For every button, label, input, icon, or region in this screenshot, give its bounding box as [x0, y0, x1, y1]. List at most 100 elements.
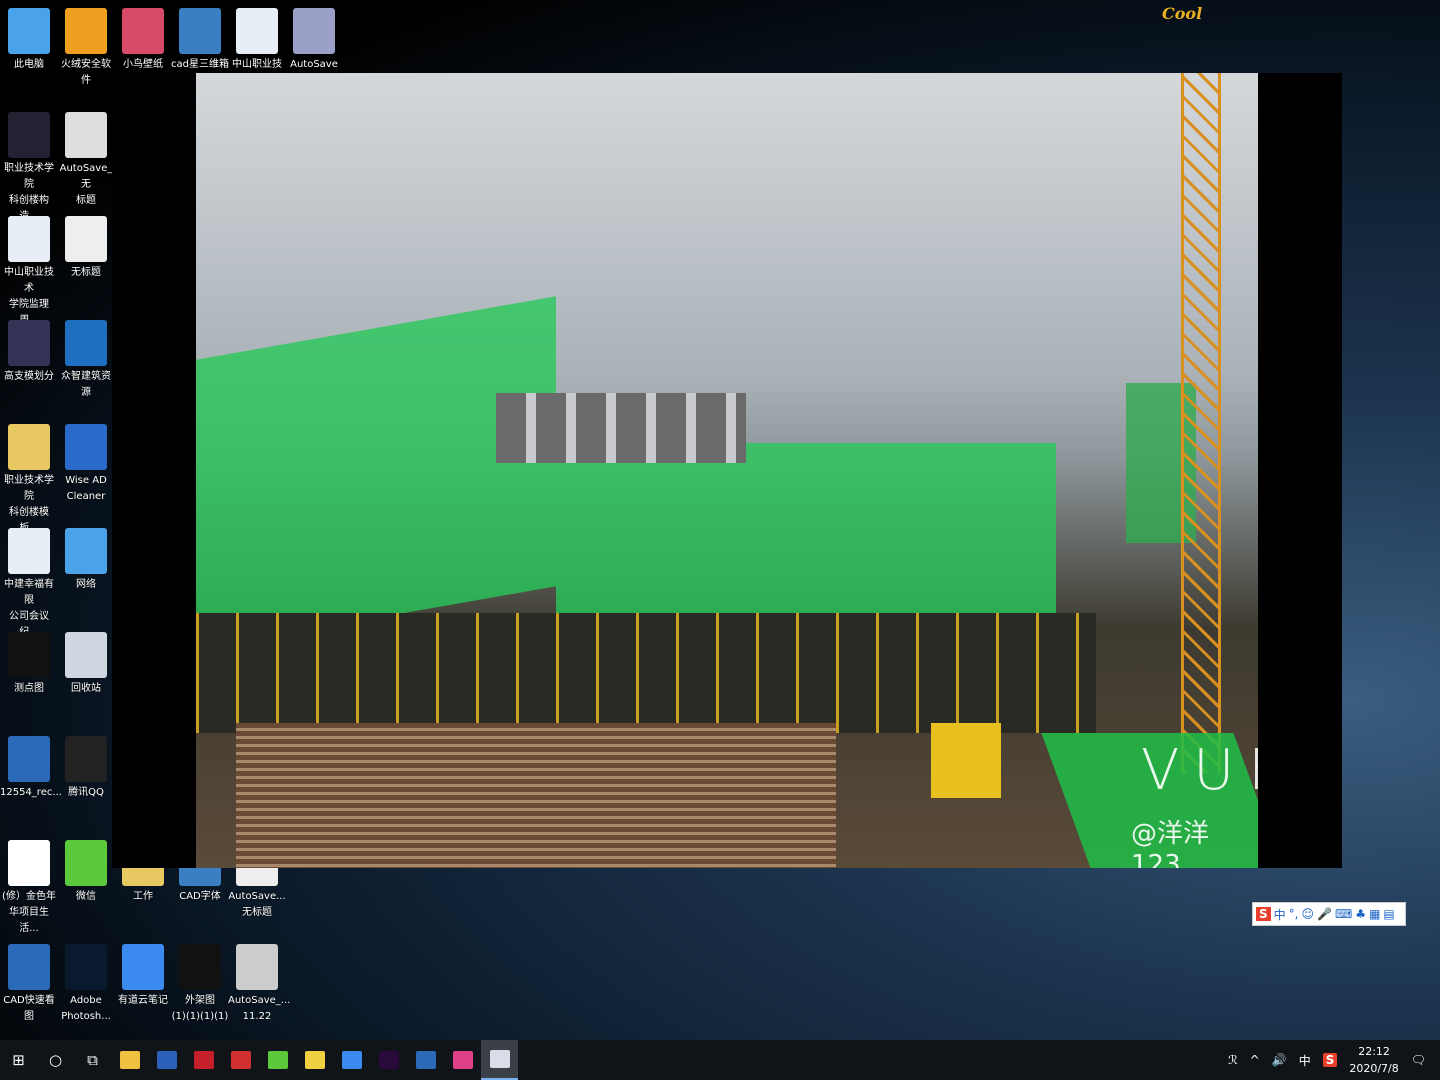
chevron-up-icon[interactable]: ^	[1250, 1053, 1260, 1067]
file-icon	[8, 944, 50, 990]
ime-indicator[interactable]: 中	[1299, 1052, 1311, 1069]
notification-icon[interactable]: 🗨	[1411, 1053, 1426, 1067]
premiere-icon	[378, 1051, 399, 1069]
toolbox-icon[interactable]: ▦	[1369, 907, 1380, 921]
start-button[interactable]: ⊞	[0, 1040, 37, 1080]
desktop-icon-label: 有道云笔记	[118, 995, 168, 1006]
desktop-icon[interactable]: 职业技术学院 科创楼构造...	[0, 112, 58, 225]
ime-punct[interactable]: °,	[1289, 907, 1299, 921]
desktop-icon[interactable]: cad星三维箱	[171, 8, 229, 73]
desktop-icon[interactable]: 无标题	[57, 216, 115, 281]
emoji-icon[interactable]: ☺	[1302, 907, 1315, 921]
clock[interactable]: 22:12 2020/7/8	[1349, 1043, 1398, 1077]
green-safety-net	[556, 443, 1056, 623]
file-icon	[8, 840, 50, 886]
taskbar-app-premiere[interactable]	[370, 1040, 407, 1080]
desktop-icon[interactable]: 外架图 (1)(1)(1)(1)	[171, 944, 229, 1025]
taskbar-app-file-explorer[interactable]	[111, 1040, 148, 1080]
taskbar-app-color-app[interactable]	[444, 1040, 481, 1080]
keyboard-icon[interactable]: ⌨	[1335, 907, 1352, 921]
desktop-icon-label: 小鸟壁纸	[123, 59, 163, 70]
task-view-button[interactable]: ⧉	[74, 1040, 111, 1080]
desktop-icon[interactable]: AutoSave_... 11.22	[228, 944, 291, 1025]
video-frame[interactable]: VUE @洋洋123	[196, 73, 1258, 868]
ime-toolbar[interactable]: S 中 °, ☺ 🎤 ⌨ ♣ ▦ ▤	[1252, 902, 1406, 926]
desktop-icon-label: 12554_rec...	[0, 787, 62, 798]
desktop-icon[interactable]: Adobe Photosh...	[57, 944, 115, 1025]
desktop-icon[interactable]: 火绒安全软件	[57, 8, 115, 89]
file-icon	[293, 8, 335, 54]
video-player-icon	[489, 1050, 510, 1068]
taskbar-app-youdao-note[interactable]	[333, 1040, 370, 1080]
watermark-logo: VUE	[1141, 738, 1258, 803]
taskbar-app-cad-viewer[interactable]	[407, 1040, 444, 1080]
taskbar: ⊞ ○ ⧉ ℛ ^ 🔊 中 S 22:12 2020/7/8 🗨	[0, 1040, 1440, 1080]
file-icon	[236, 944, 278, 990]
file-icon	[179, 944, 221, 990]
file-icon	[65, 216, 107, 262]
desktop-icon[interactable]: 微信	[57, 840, 115, 905]
taskbar-app-word[interactable]	[148, 1040, 185, 1080]
clock-date: 2020/7/8	[1349, 1062, 1399, 1075]
desktop-icon[interactable]: 中山职业技术 学院监理周...	[0, 216, 58, 329]
skin-icon[interactable]: ♣	[1355, 907, 1366, 921]
desktop-icon-label: 高支模划分	[4, 371, 54, 382]
taskbar-app-autocad[interactable]	[185, 1040, 222, 1080]
file-icon	[8, 528, 50, 574]
desktop-icon-label: 微信	[76, 891, 96, 902]
desktop-icon[interactable]: (修）金色年 华项目生活...	[0, 840, 58, 937]
file-explorer-icon	[119, 1051, 140, 1069]
desktop-icon[interactable]: 回收站	[57, 632, 115, 697]
favorites-icon	[304, 1051, 325, 1069]
desktop-icon-label: 火绒安全软件	[61, 59, 111, 86]
sogou-icon[interactable]: S	[1322, 1053, 1338, 1067]
desktop-icon[interactable]: 职业技术学院 科创楼模板...	[0, 424, 58, 537]
taskbar-app-sketchup[interactable]	[222, 1040, 259, 1080]
search-button[interactable]: ○	[37, 1040, 74, 1080]
desktop-icon[interactable]: 中建幸福有限 公司会议纪...	[0, 528, 58, 641]
desktop-icon[interactable]: AutoSave	[285, 8, 343, 73]
desktop-icon[interactable]: 测点图	[0, 632, 58, 697]
taskbar-app-video-player[interactable]	[481, 1040, 518, 1080]
sogou-logo[interactable]: S	[1256, 907, 1271, 921]
desktop-icon[interactable]: Wise AD Cleaner	[57, 424, 115, 505]
desktop-icon-label: (修）金色年 华项目生活...	[2, 891, 56, 934]
desktop-icon-label: AutoSave... 无标题	[228, 891, 286, 918]
desktop-icon-label: cad星三维箱	[171, 59, 229, 70]
desktop-icon[interactable]: 众智建筑资源	[57, 320, 115, 401]
taskbar-app-wechat[interactable]	[259, 1040, 296, 1080]
desktop-icon[interactable]: CAD快速看 图	[0, 944, 58, 1025]
desktop-icon[interactable]: 腾讯QQ	[57, 736, 115, 801]
desktop-icon[interactable]: 高支模划分	[0, 320, 58, 385]
desktop-icon-label: AutoSave_... 11.22	[228, 995, 291, 1022]
electric-box	[931, 723, 1001, 798]
desktop-icon[interactable]: 小鸟壁纸	[114, 8, 172, 73]
people-icon[interactable]: ℛ	[1228, 1053, 1238, 1067]
desktop-icon-label: 网络	[76, 579, 96, 590]
desktop-icon[interactable]: 网络	[57, 528, 115, 593]
volume-icon[interactable]: 🔊	[1272, 1053, 1287, 1067]
formwork-stack	[236, 723, 836, 868]
desktop-icon[interactable]: 此电脑	[0, 8, 58, 73]
autocad-icon	[193, 1051, 214, 1069]
desktop-icon[interactable]: AutoSave_无 标题	[57, 112, 115, 209]
file-icon	[65, 944, 107, 990]
desktop-icon-label: 工作	[133, 891, 153, 902]
menu-icon[interactable]: ▤	[1383, 907, 1394, 921]
ime-mode[interactable]: 中	[1274, 906, 1286, 923]
file-icon	[65, 528, 107, 574]
desktop-icon-label: CAD字体	[179, 891, 221, 902]
word-icon	[156, 1051, 177, 1069]
taskbar-app-favorites[interactable]	[296, 1040, 333, 1080]
desktop-icon-label: 腾讯QQ	[68, 787, 104, 798]
desktop-icon-label: Adobe Photosh...	[61, 995, 111, 1022]
file-icon	[122, 8, 164, 54]
desktop-icon[interactable]: 有道云笔记	[114, 944, 172, 1009]
video-player-window[interactable]: VUE @洋洋123	[112, 73, 1342, 868]
youdao-note-icon	[341, 1051, 362, 1069]
desktop-icon[interactable]: 12554_rec...	[0, 736, 62, 801]
desktop-icon-label: 外架图 (1)(1)(1)(1)	[171, 995, 229, 1022]
mic-icon[interactable]: 🎤	[1317, 907, 1332, 921]
file-icon	[65, 840, 107, 886]
desktop-icon-label: 回收站	[71, 683, 101, 694]
